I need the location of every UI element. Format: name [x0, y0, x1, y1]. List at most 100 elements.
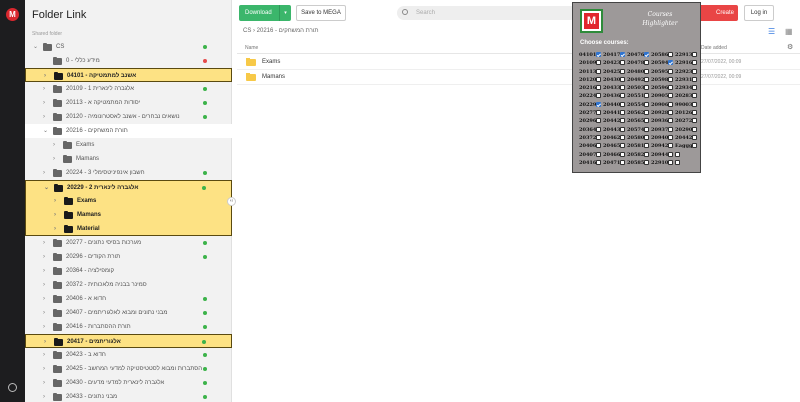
course-checkbox[interactable] [644, 60, 649, 66]
course-checkbox[interactable] [692, 101, 697, 107]
course-checkbox[interactable] [596, 68, 601, 74]
course-checkbox[interactable] [596, 143, 601, 149]
chevron-right-icon[interactable]: › [43, 264, 45, 278]
sidebar-item[interactable]: ⌄ CS [25, 40, 232, 54]
course-checkbox[interactable] [668, 52, 673, 57]
course-checkbox[interactable] [644, 93, 649, 99]
course-checkbox[interactable] [692, 52, 697, 57]
list-view-icon[interactable]: ☰ [768, 27, 775, 36]
course-checkbox[interactable] [644, 118, 649, 124]
course-checkbox[interactable] [644, 126, 649, 132]
sidebar-item[interactable]: › Mamans [25, 208, 232, 222]
course-checkbox[interactable] [692, 118, 697, 124]
course-checkbox[interactable] [596, 159, 601, 165]
course-checkbox[interactable] [596, 134, 601, 140]
course-checkbox[interactable] [620, 143, 625, 149]
course-checkbox[interactable] [692, 93, 697, 99]
table-row[interactable]: Mamans 27/07/2022, 00:09 [237, 70, 800, 85]
course-checkbox[interactable] [668, 76, 673, 82]
chevron-right-icon[interactable]: › [53, 152, 55, 166]
course-checkbox[interactable] [596, 110, 601, 116]
column-name[interactable]: Name [245, 45, 258, 51]
sidebar-item[interactable]: › תורת הקודים - 20296 [25, 250, 232, 264]
course-checkbox[interactable] [644, 143, 649, 149]
course-checkbox[interactable] [620, 76, 625, 82]
course-checkbox[interactable] [620, 85, 625, 91]
course-checkbox[interactable] [596, 52, 601, 57]
sidebar-item[interactable]: › נושאים נבחרים - אשנב לאסטרונומיה - 2012… [25, 110, 232, 124]
create-account-button[interactable]: Create account [696, 5, 738, 32]
sidebar-item[interactable]: › אשנב למתמטיקה - 04101 [25, 68, 232, 82]
course-checkbox[interactable] [644, 159, 649, 165]
collapse-sidebar-button[interactable]: ‹‹ [227, 197, 236, 206]
course-checkbox[interactable] [644, 151, 649, 157]
course-checkbox[interactable] [692, 126, 697, 132]
course-checkbox[interactable] [692, 85, 697, 91]
course-checkbox[interactable] [620, 101, 625, 107]
chevron-right-icon[interactable]: › [43, 376, 45, 390]
course-checkbox[interactable] [596, 118, 601, 124]
course-checkbox[interactable] [668, 101, 673, 107]
column-date-added[interactable]: Date added [701, 45, 727, 51]
course-checkbox[interactable] [668, 93, 673, 99]
chevron-right-icon[interactable]: › [54, 194, 56, 208]
grid-view-icon[interactable]: ▦ [785, 27, 793, 36]
gear-icon[interactable]: ⚙ [787, 43, 793, 51]
download-button[interactable]: Download ▾ [239, 5, 291, 21]
course-checkbox[interactable] [692, 110, 697, 116]
course-checkbox[interactable] [668, 159, 673, 165]
sidebar-item[interactable]: › מערכות בסיסי נתונים - 20277 [25, 236, 232, 250]
sidebar-item[interactable]: › Exams [25, 194, 232, 208]
chevron-right-icon[interactable]: › [43, 362, 45, 376]
course-checkbox[interactable] [596, 93, 601, 99]
course-checkbox[interactable] [644, 52, 649, 57]
table-row[interactable]: Exams 27/07/2022, 00:09 [237, 55, 800, 70]
chevron-right-icon[interactable]: › [43, 390, 45, 402]
chevron-right-icon[interactable]: › [43, 292, 45, 306]
sidebar-item[interactable]: ⌄ תורת המשחקים - 20216 [25, 124, 232, 138]
chevron-right-icon[interactable]: › [43, 110, 45, 124]
chevron-right-icon[interactable]: › [43, 320, 45, 334]
sidebar-item[interactable]: › אלגברה לינארית למדעי מדעים - 20430 [25, 376, 232, 390]
sidebar-item[interactable]: › קומפילציה - 20364 [25, 264, 232, 278]
sidebar-item[interactable]: › חדוא א - 20406 [25, 292, 232, 306]
sidebar-item[interactable]: › סמינר בבניה מלאכותית - 20372 [25, 278, 232, 292]
course-checkbox[interactable] [668, 143, 673, 149]
course-checkbox[interactable] [620, 60, 625, 66]
sidebar-item[interactable]: › מבני נתונים - 20433 [25, 390, 232, 402]
course-checkbox[interactable] [620, 68, 625, 74]
course-checkbox[interactable] [620, 52, 625, 57]
sidebar-item[interactable]: › אלגברה לינארית 1 - 20109 [25, 82, 232, 96]
mega-logo[interactable]: M [6, 8, 19, 21]
course-checkbox[interactable] [675, 159, 680, 165]
course-checkbox[interactable] [692, 68, 697, 74]
course-checkbox[interactable] [668, 118, 673, 124]
chevron-right-icon[interactable]: › [43, 306, 45, 320]
chevron-right-icon[interactable]: › [53, 138, 55, 152]
course-checkbox[interactable] [620, 126, 625, 132]
course-checkbox[interactable] [620, 93, 625, 99]
chevron-right-icon[interactable]: › [43, 236, 45, 250]
search-input[interactable]: Search [397, 6, 577, 20]
course-checkbox[interactable] [644, 85, 649, 91]
course-checkbox[interactable] [644, 76, 649, 82]
chevron-right-icon[interactable]: › [43, 96, 45, 110]
chevron-down-icon[interactable]: ▾ [279, 5, 291, 21]
course-checkbox[interactable] [692, 60, 697, 66]
chevron-down-icon[interactable]: ⌄ [33, 40, 38, 54]
sidebar-item[interactable]: › יסודות המתמטיקה א - 20113 [25, 96, 232, 110]
settings-icon[interactable] [8, 383, 17, 392]
chevron-right-icon[interactable]: › [43, 82, 45, 96]
course-checkbox[interactable] [596, 101, 601, 107]
course-checkbox[interactable] [620, 159, 625, 165]
sidebar-item[interactable]: ⌄ אלגברה לינארית 2 - 20229 [25, 180, 232, 194]
course-checkbox[interactable] [620, 134, 625, 140]
course-checkbox[interactable] [596, 151, 601, 157]
course-checkbox[interactable] [596, 126, 601, 132]
chevron-right-icon[interactable]: › [43, 348, 45, 362]
course-checkbox[interactable] [620, 110, 625, 116]
chevron-right-icon[interactable]: › [44, 69, 46, 83]
course-checkbox[interactable] [668, 151, 673, 157]
course-checkbox[interactable] [620, 118, 625, 124]
sidebar-item[interactable]: › חשבון אינפיניטסימלי 3 - 20224 [25, 166, 232, 180]
